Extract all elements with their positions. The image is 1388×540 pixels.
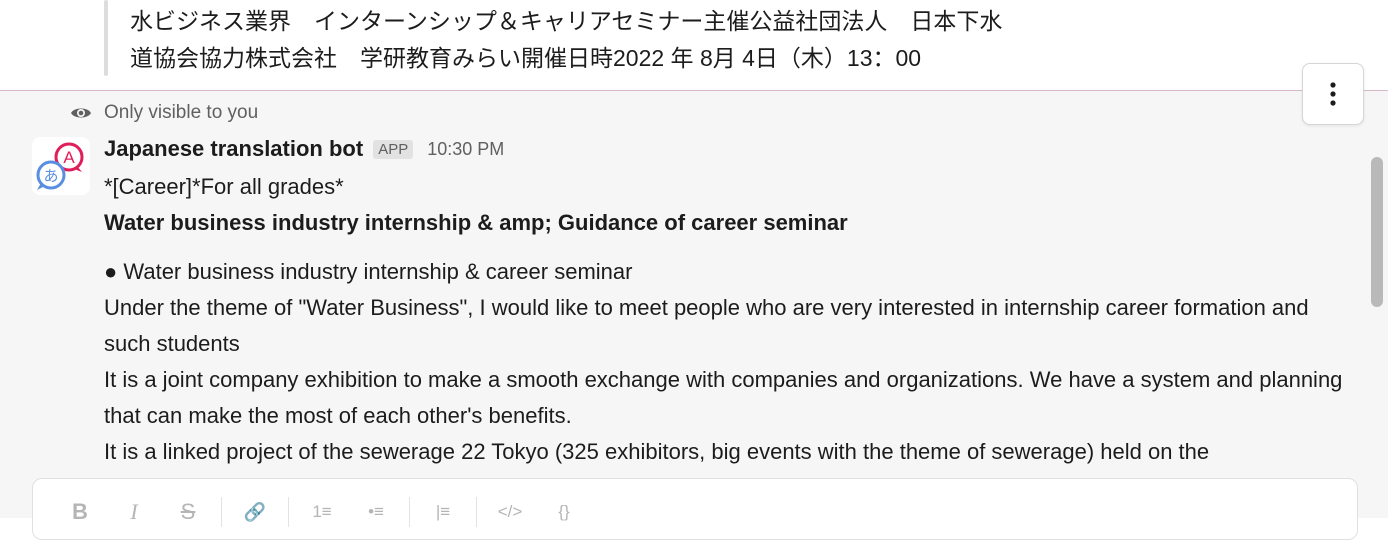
message-line: It is a linked project of the sewerage 2…: [104, 439, 1210, 464]
message-timestamp[interactable]: 10:30 PM: [427, 139, 504, 160]
code-icon[interactable]: </>: [483, 497, 537, 527]
avatar-letter-a: A: [63, 148, 75, 167]
message-composer[interactable]: B I S 🔗 1≡ •≡ |≡ </> {}: [32, 478, 1358, 540]
message-line: ● Water business industry internship & c…: [104, 259, 633, 284]
quote-text: 水ビジネス業界 インターンシップ＆キャリアセミナー主催公益社団法人 日本下水 道…: [130, 3, 1280, 77]
quoted-message: 水ビジネス業界 インターンシップ＆キャリアセミナー主催公益社団法人 日本下水 道…: [0, 0, 1388, 90]
message-line: *[Career]*For all grades*: [104, 174, 344, 199]
toolbar-divider: [476, 497, 477, 527]
blockquote-icon[interactable]: |≡: [416, 497, 470, 527]
code-block-icon[interactable]: {}: [537, 497, 591, 527]
toolbar-divider: [221, 497, 222, 527]
message-line: It is a joint company exhibition to make…: [104, 367, 1343, 428]
visibility-label: Only visible to you: [104, 102, 259, 123]
avatar-letter-a-hiragana: あ: [43, 167, 58, 185]
formatting-toolbar: B I S 🔗 1≡ •≡ |≡ </> {}: [53, 497, 591, 527]
strikethrough-icon[interactable]: S: [161, 497, 215, 527]
toolbar-divider: [409, 497, 410, 527]
quote-bar: [104, 0, 108, 76]
quote-line-2: 道協会協力株式会社 学研教育みらい開催日時2022 年 8月 4日（木）13：0…: [130, 45, 922, 71]
more-vertical-icon: [1330, 82, 1336, 106]
scrollbar-thumb[interactable]: [1371, 157, 1383, 307]
bulleted-list-icon[interactable]: •≡: [349, 497, 403, 527]
bold-icon[interactable]: B: [53, 497, 107, 527]
italic-icon[interactable]: I: [107, 497, 161, 527]
link-icon[interactable]: 🔗: [228, 497, 282, 527]
message-body: *[Career]*For all grades* Water business…: [104, 169, 1344, 470]
eye-icon: [70, 102, 92, 124]
avatar[interactable]: A あ: [32, 137, 90, 195]
message-title: Water business industry internship & amp…: [104, 210, 848, 235]
sender-name[interactable]: Japanese translation bot: [104, 136, 363, 162]
quote-line-1: 水ビジネス業界 インターンシップ＆キャリアセミナー主催公益社団法人 日本下水: [130, 8, 1003, 34]
message-line: Under the theme of "Water Business", I w…: [104, 295, 1309, 356]
ordered-list-icon[interactable]: 1≡: [295, 497, 349, 527]
more-actions-button[interactable]: [1302, 63, 1364, 125]
app-badge: APP: [373, 139, 414, 159]
toolbar-divider: [288, 497, 289, 527]
visibility-notice: Only visible to you: [70, 101, 258, 125]
message-container: Only visible to you A あ Japanese transla…: [0, 91, 1388, 518]
message-header: Japanese translation bot APP 10:30 PM: [104, 135, 504, 163]
